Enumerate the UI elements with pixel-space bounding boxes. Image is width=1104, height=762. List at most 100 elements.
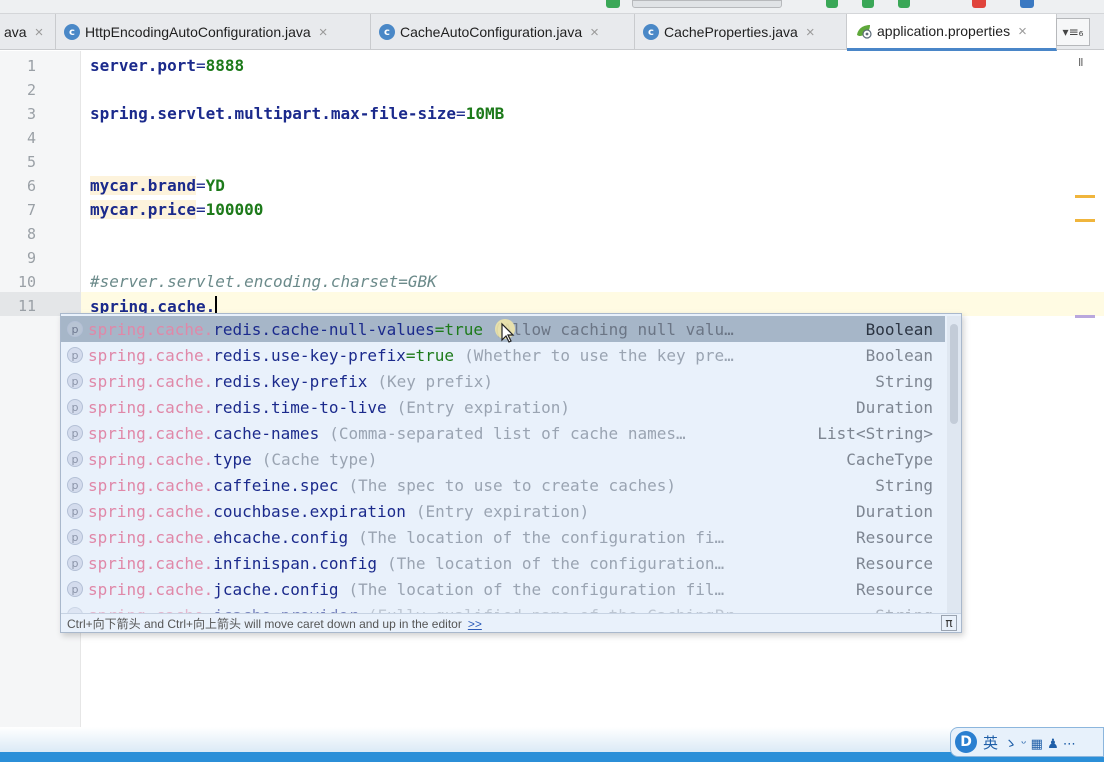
tab-java-file[interactable]: ava × [0, 14, 56, 50]
completion-item[interactable]: p spring.cache. cache-names (Comma-separa… [61, 420, 945, 446]
code-line-mycar-brand[interactable]: mycar.brand=YD [90, 176, 225, 195]
completion-property: jcache.config [213, 579, 339, 599]
tab-label: CacheAutoConfiguration.java [400, 24, 583, 40]
completion-item[interactable]: p spring.cache. redis.key-prefix (Key pre… [61, 368, 945, 394]
line-number: 9 [26, 249, 36, 267]
completion-item[interactable]: p spring.cache. type (Cache type) CacheTy… [61, 446, 945, 472]
property-value: 8888 [205, 56, 245, 75]
completion-property: ehcache.config [213, 527, 349, 547]
close-icon[interactable]: × [590, 24, 599, 41]
completion-description: (The location of the configuration fil… [348, 579, 725, 599]
completion-property: infinispan.config [213, 553, 377, 573]
tab-application-properties[interactable]: application.properties × [847, 14, 1057, 51]
completion-list[interactable]: p spring.cache. redis.cache-null-values =t… [61, 316, 945, 614]
more-hints-link[interactable]: >> [468, 617, 482, 631]
property-icon: p [67, 451, 83, 467]
completion-type: String [875, 371, 933, 391]
tab-label: ava [4, 24, 27, 40]
completion-prefix: spring.cache. [88, 475, 214, 495]
completion-default: =true [434, 319, 483, 339]
property-icon: p [67, 555, 83, 571]
code-line-max-file-size[interactable]: spring.servlet.multipart.max-file-size=1… [90, 104, 504, 123]
completion-type: Duration [855, 501, 933, 521]
tab-http-encoding-auto-configuration[interactable]: c HttpEncodingAutoConfiguration.java × [56, 14, 371, 50]
warning-marker[interactable] [1075, 219, 1095, 222]
line-number: 3 [26, 105, 36, 123]
debug-icon[interactable] [862, 0, 874, 8]
ime-tool-icons[interactable]: ゝ ᵕ ▦ ♟ ⋯ [1004, 733, 1076, 752]
run-config-dropdown[interactable] [632, 0, 782, 8]
completion-prefix: spring.cache. [88, 319, 214, 339]
tab-cache-auto-configuration[interactable]: c CacheAutoConfiguration.java × [371, 14, 635, 50]
property-icon: p [67, 321, 83, 337]
completion-description: (Key prefix) [377, 371, 493, 391]
property-icon: p [67, 373, 83, 389]
tab-list-menu-button[interactable]: ▾≡₆ [1056, 18, 1090, 46]
close-icon[interactable]: × [1018, 23, 1027, 40]
mouse-cursor-icon [494, 318, 520, 344]
ime-logo-icon[interactable]: D [955, 731, 977, 753]
class-icon: c [643, 24, 659, 40]
completion-description: (Cache type) [261, 449, 378, 469]
close-icon[interactable]: × [806, 24, 815, 41]
completion-footer: Ctrl+向下箭头 and Ctrl+向上箭头 will move caret … [61, 613, 961, 632]
completion-property: cache-names [213, 423, 320, 443]
close-icon[interactable]: × [35, 24, 44, 41]
completion-description: (Comma-separated list of cache names… [329, 423, 686, 443]
info-marker[interactable] [1075, 315, 1095, 318]
line-number: 10 [17, 273, 36, 291]
equals-sign: = [195, 200, 206, 219]
completion-type: Resource [855, 579, 933, 599]
property-key: mycar.brand [90, 176, 196, 195]
line-number: 4 [26, 129, 36, 147]
completion-property: redis.time-to-live [213, 397, 387, 417]
completion-prefix: spring.cache. [88, 397, 214, 417]
completion-item[interactable]: p spring.cache. infinispan.config (The lo… [61, 550, 945, 576]
code-line-mycar-price[interactable]: mycar.price=100000 [90, 200, 263, 219]
spring-leaf-icon [855, 23, 873, 39]
tab-cache-properties[interactable]: c CacheProperties.java × [635, 14, 847, 50]
run-icon[interactable] [826, 0, 838, 8]
completion-property: caffeine.spec [213, 475, 339, 495]
project-structure-icon[interactable] [1020, 0, 1034, 8]
ime-language-toggle[interactable]: 英 [983, 732, 998, 753]
code-line-comment[interactable]: #server.servlet.encoding.charset=GBK [90, 272, 437, 291]
code-completion-popup[interactable]: p spring.cache. redis.cache-null-values =t… [60, 313, 962, 633]
tab-label: CacheProperties.java [664, 24, 798, 40]
completion-description: (Entry expiration) [396, 397, 571, 417]
property-key: mycar.price [90, 200, 196, 219]
property-icon: p [67, 399, 83, 415]
line-number: 7 [26, 201, 36, 219]
ime-toolbar[interactable]: D 英 ゝ ᵕ ▦ ♟ ⋯ [950, 727, 1104, 757]
warning-marker[interactable] [1075, 195, 1095, 198]
property-icon: p [67, 503, 83, 519]
editor-tab-bar: ava × c HttpEncodingAutoConfiguration.ja… [0, 14, 1104, 51]
scrollbar-thumb[interactable] [950, 324, 958, 424]
completion-scrollbar[interactable] [947, 316, 961, 614]
completion-type: List<String> [817, 423, 933, 443]
property-value: 100000 [205, 200, 264, 219]
completion-item[interactable]: p spring.cache. redis.time-to-live (Entry… [61, 394, 945, 420]
pi-icon[interactable]: π [941, 615, 957, 631]
completion-description: (Allow caching null valu… [492, 319, 734, 339]
pause-icon[interactable]: II [1078, 56, 1083, 69]
completion-item[interactable]: p spring.cache. ehcache.config (The locat… [61, 524, 945, 550]
completion-description: (Whether to use the key pre… [464, 345, 734, 365]
completion-property: redis.use-key-prefix [213, 345, 406, 365]
completion-prefix: spring.cache. [88, 449, 214, 469]
completion-description: (Entry expiration) [415, 501, 590, 521]
completion-item[interactable]: p spring.cache. jcache.config (The locati… [61, 576, 945, 602]
close-icon[interactable]: × [319, 24, 328, 41]
completion-item[interactable]: p spring.cache. couchbase.expiration (Ent… [61, 498, 945, 524]
equals-sign: = [195, 176, 206, 195]
completion-item[interactable]: p spring.cache. redis.use-key-prefix =true… [61, 342, 945, 368]
stop-icon[interactable] [972, 0, 986, 8]
code-line-server-port[interactable]: server.port=8888 [90, 56, 244, 75]
run-indicator-icon[interactable] [606, 0, 620, 8]
completion-description: (The spec to use to create caches) [348, 475, 676, 495]
coverage-icon[interactable] [898, 0, 910, 8]
line-number: 1 [26, 57, 36, 75]
completion-type: CacheType [846, 449, 933, 469]
completion-item[interactable]: p spring.cache. caffeine.spec (The spec t… [61, 472, 945, 498]
line-number: 2 [26, 81, 36, 99]
